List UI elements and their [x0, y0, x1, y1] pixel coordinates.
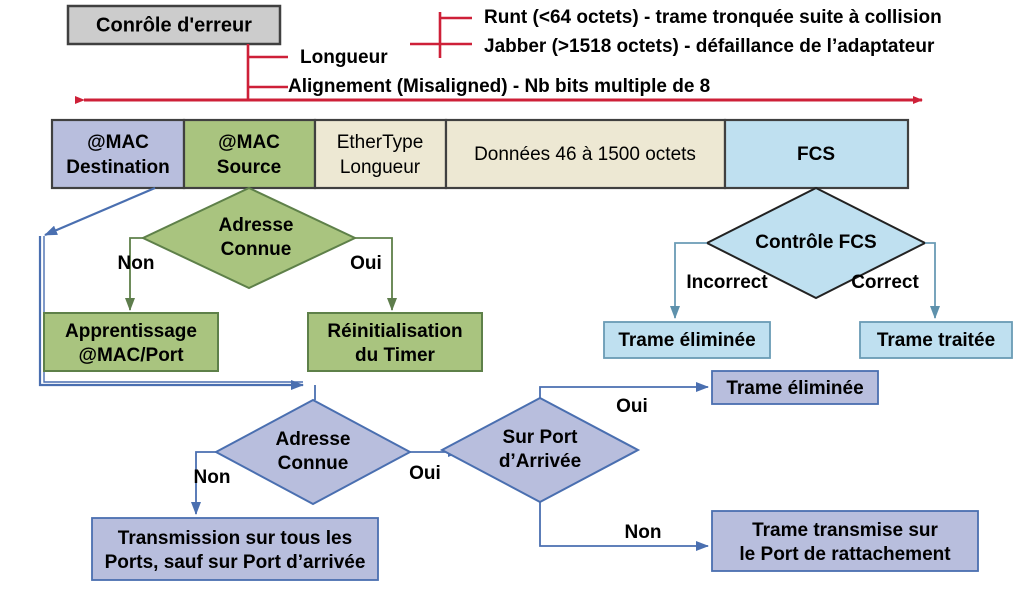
action-trame-transmise-line2: le Port de rattachement — [739, 544, 951, 565]
decision-adresse-connue-source-shape — [140, 186, 358, 290]
error-item-alignement: Alignement (Misaligned) - Nb bits multip… — [288, 76, 710, 97]
action-trame-eliminee-port: Trame éliminée — [711, 370, 879, 405]
action-trame-eliminee-fcs: Trame éliminée — [603, 321, 771, 359]
decision-adresse-connue-destination: Adresse Connue — [213, 398, 413, 506]
error-item-runt: Runt (<64 octets) - trame tronquée suite… — [484, 7, 942, 28]
action-trame-transmise: Trame transmise sur le Port de rattachem… — [711, 510, 979, 572]
frame-field-ethertype-line1: EtherType — [337, 132, 424, 153]
edge-fcs-correct — [925, 242, 940, 319]
action-transmission-tous-ports-line2: Ports, sauf sur Port d’arrivée — [105, 552, 366, 573]
decision-controle-fcs-label: Contrôle FCS — [755, 232, 876, 253]
action-trame-traitee-label: Trame traitée — [877, 330, 995, 351]
action-transmission-tous-ports: Transmission sur tous les Ports, sauf su… — [91, 517, 379, 581]
frame-field-mac-destination-line2: Destination — [66, 157, 169, 178]
action-reinitialisation-line2: du Timer — [355, 345, 435, 366]
edge-label-source-oui: Oui — [350, 253, 382, 274]
edge-label-fcs-incorrect: Incorrect — [686, 272, 768, 293]
title-box: Conrôle d'erreur — [66, 4, 282, 46]
frame-field-mac-destination-line1: @MAC — [87, 132, 149, 153]
action-trame-traitee: Trame traitée — [859, 321, 1013, 359]
error-control-group: Conrôle d'erreur Longueur Runt (<64 octe… — [66, 4, 942, 100]
ethernet-frame-processing-diagram: Conrôle d'erreur Longueur Runt (<64 octe… — [38, 4, 1013, 581]
decision-adresse-connue-source-line2: Connue — [221, 239, 292, 260]
frame-field-ethertype-line2: Longueur — [340, 157, 421, 178]
action-trame-eliminee-port-label: Trame éliminée — [726, 378, 863, 399]
decision-adresse-connue-destination-line2: Connue — [278, 453, 349, 474]
action-apprentissage: Apprentissage @MAC/Port — [43, 312, 219, 372]
frame-field-mac-source-line1: @MAC — [218, 132, 280, 153]
frame-field-fcs-label: FCS — [797, 144, 835, 165]
error-item-jabber: Jabber (>1518 octets) - défaillance de l… — [484, 36, 935, 57]
decision-sur-port-arrivee: Sur Port d’Arrivée — [439, 396, 641, 504]
error-branch-label-longueur: Longueur — [300, 47, 388, 68]
decision-adresse-connue-source-line1: Adresse — [219, 215, 294, 236]
action-apprentissage-line1: Apprentissage — [65, 321, 197, 342]
edge-label-source-non: Non — [118, 253, 155, 274]
edge-label-port-non: Non — [625, 522, 662, 543]
frame-field-donnees-label: Données 46 à 1500 octets — [474, 144, 696, 165]
decision-adresse-connue-destination-line1: Adresse — [276, 429, 351, 450]
edge-label-fcs-correct: Correct — [851, 272, 919, 293]
edge-mac-dest-to-rail — [44, 186, 156, 237]
edge-label-port-oui: Oui — [616, 396, 648, 417]
action-trame-eliminee-fcs-label: Trame éliminée — [618, 330, 755, 351]
decision-adresse-connue-destination-shape — [213, 398, 413, 506]
action-apprentissage-line2: @MAC/Port — [78, 345, 184, 366]
ethernet-frame-bar: @MAC Destination @MAC Source EtherType L… — [50, 118, 910, 190]
action-trame-transmise-line1: Trame transmise sur — [752, 520, 938, 541]
decision-sur-port-arrivee-line1: Sur Port — [503, 427, 579, 448]
decision-sur-port-arrivee-shape — [439, 396, 641, 504]
title-box-label: Conrôle d'erreur — [96, 14, 252, 36]
frame-field-mac-source-line2: Source — [217, 157, 281, 178]
diagram-canvas: Conrôle d'erreur Longueur Runt (<64 octe… — [0, 0, 1024, 605]
action-reinitialisation: Réinitialisation du Timer — [307, 312, 483, 372]
decision-adresse-connue-source: Adresse Connue — [140, 186, 358, 290]
edge-label-dst-non: Non — [194, 467, 231, 488]
decision-sur-port-arrivee-line2: d’Arrivée — [499, 451, 581, 472]
edge-label-dst-oui: Oui — [409, 463, 441, 484]
action-reinitialisation-line1: Réinitialisation — [327, 321, 462, 342]
action-transmission-tous-ports-line1: Transmission sur tous les — [118, 528, 352, 549]
